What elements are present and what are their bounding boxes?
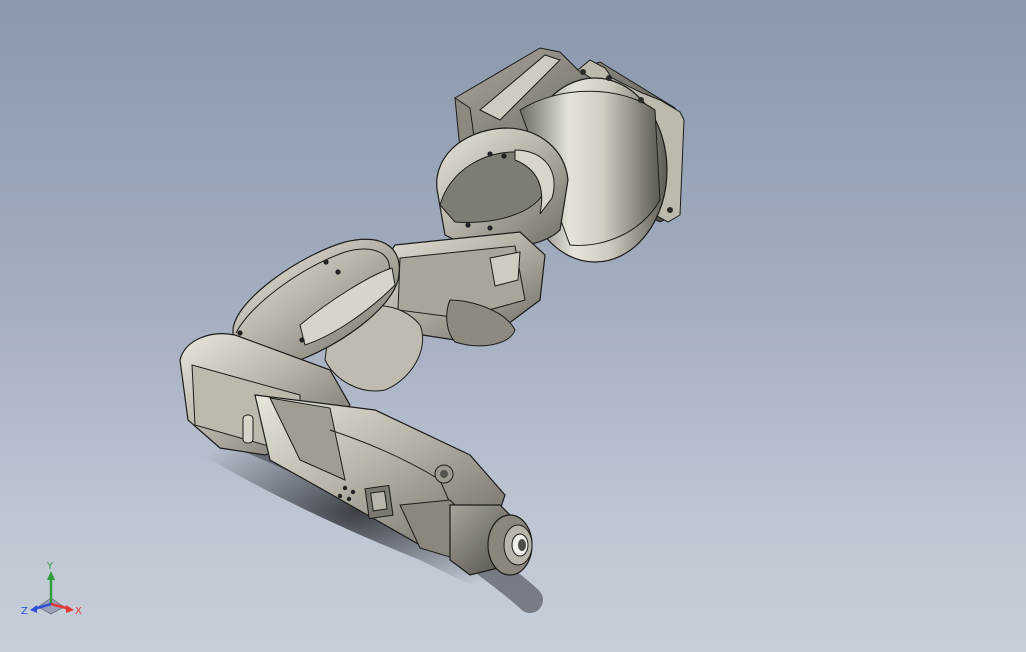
x-axis-label: X xyxy=(75,606,82,617)
view-orientation-triad: Y Z X xyxy=(21,561,82,617)
graphics-viewport[interactable]: Y Z X xyxy=(0,0,1026,652)
z-axis-arrowhead xyxy=(30,605,37,613)
wrist-flange[interactable] xyxy=(399,499,533,576)
y-axis-label: Y xyxy=(46,561,54,572)
z-axis-label: Z xyxy=(21,606,28,617)
x-axis-arrowhead xyxy=(66,605,74,613)
robot-arm-model[interactable] xyxy=(0,0,1026,652)
shoulder-joint[interactable] xyxy=(436,127,569,249)
y-axis-arrowhead xyxy=(47,571,55,580)
